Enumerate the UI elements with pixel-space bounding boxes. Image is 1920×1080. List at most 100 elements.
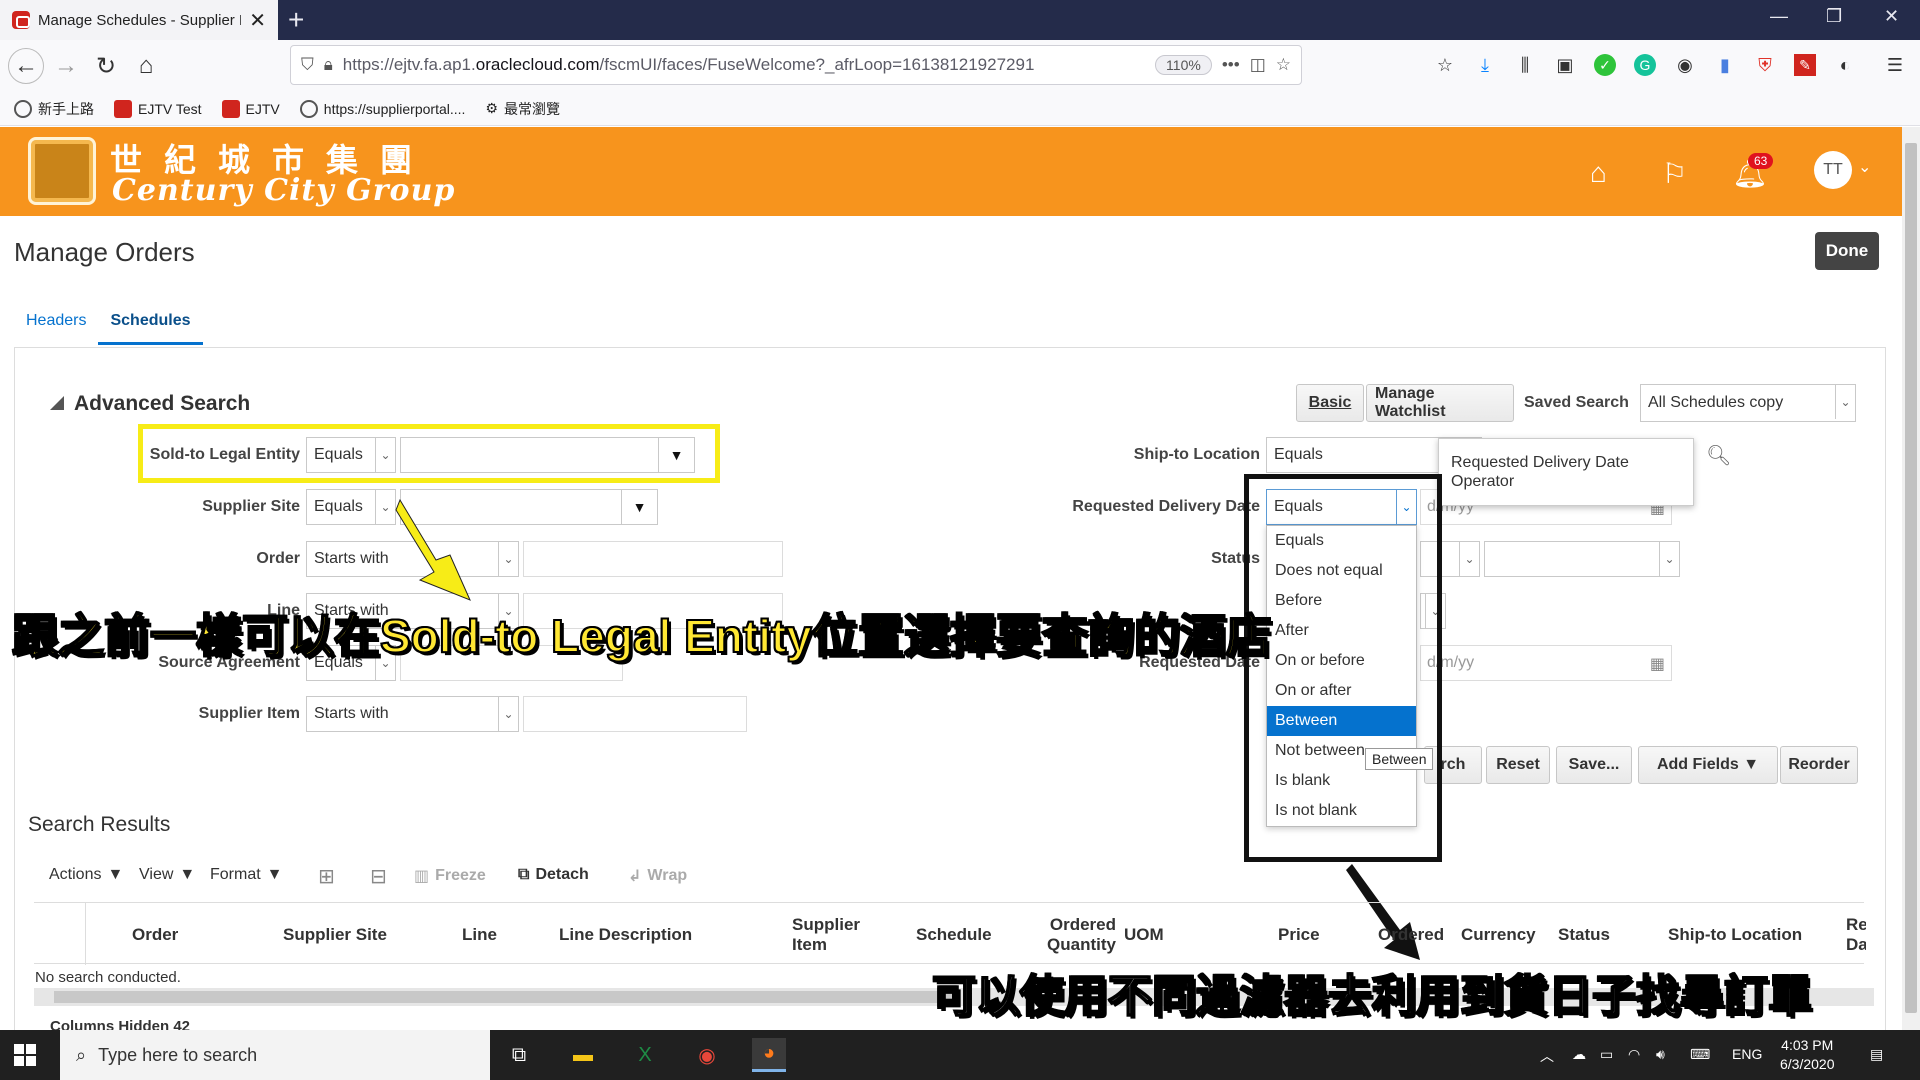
- close-tab-icon[interactable]: ✕: [249, 8, 266, 33]
- watchlist-flag-icon[interactable]: ⚐: [1662, 157, 1687, 190]
- wrap-button[interactable]: ↲ Wrap: [628, 866, 687, 886]
- calendar-icon[interactable]: ▦: [1650, 654, 1665, 674]
- col-uom[interactable]: UOM: [1124, 925, 1164, 945]
- reader-icon[interactable]: ☆: [1434, 54, 1456, 76]
- columns-icon[interactable]: ⊞: [318, 864, 335, 889]
- bookmark-item[interactable]: ⚙ 最常瀏覽: [485, 99, 560, 119]
- bookmark-item[interactable]: EJTV Test: [114, 99, 202, 118]
- dropdown-arrow-icon[interactable]: ▼: [621, 490, 657, 524]
- close-window-icon[interactable]: ✕: [1884, 6, 1899, 27]
- grammarly-icon[interactable]: G: [1634, 54, 1656, 76]
- lock-icon[interactable]: 🔒︎: [324, 55, 333, 75]
- tab-headers[interactable]: Headers: [14, 308, 98, 345]
- add-fields-button[interactable]: Add Fields ▼: [1638, 746, 1778, 784]
- bookmark-star-icon[interactable]: ☆: [1276, 55, 1291, 75]
- format-menu[interactable]: Format ▼: [210, 866, 283, 884]
- view-menu[interactable]: View ▼: [139, 866, 195, 884]
- ublock-icon[interactable]: ⛨: [1754, 54, 1776, 76]
- col-currency[interactable]: Currency: [1461, 925, 1536, 945]
- firefox-icon[interactable]: ◕: [752, 1038, 786, 1072]
- taskbar-search[interactable]: ⌕ Type here to search: [60, 1030, 490, 1080]
- language-indicator[interactable]: ENG: [1732, 1046, 1762, 1062]
- extension-icon[interactable]: ◐: [1834, 54, 1856, 76]
- minimize-icon[interactable]: —: [1770, 6, 1788, 27]
- forward-icon[interactable]: →: [48, 48, 84, 84]
- volume-icon[interactable]: 🔊︎: [1656, 1046, 1665, 1063]
- download-icon[interactable]: ⤓: [1474, 54, 1496, 76]
- menu-icon[interactable]: ☰: [1884, 54, 1906, 76]
- address-bar[interactable]: ⛉ 🔒︎ https://ejtv.fa.ap1.oraclecloud.com…: [290, 45, 1302, 85]
- supplier-site-operator-select[interactable]: Equals ⌄: [306, 489, 396, 525]
- freeze-button[interactable]: ▥ Freeze: [414, 866, 486, 886]
- notifications-icon[interactable]: ▤: [1870, 1046, 1883, 1063]
- cloud-icon[interactable]: ☁: [1572, 1046, 1586, 1063]
- keyboard-icon[interactable]: ⌨: [1690, 1046, 1710, 1063]
- tab-schedules[interactable]: Schedules: [98, 308, 203, 345]
- col-status[interactable]: Status: [1558, 925, 1610, 945]
- col-price[interactable]: Price: [1278, 925, 1320, 945]
- windows-start-icon[interactable]: [14, 1044, 36, 1066]
- done-button[interactable]: Done: [1815, 232, 1879, 270]
- show-hidden-icon[interactable]: ︿: [1540, 1046, 1554, 1066]
- supplier-item-input[interactable]: [523, 696, 747, 732]
- basic-button[interactable]: Basic: [1296, 384, 1364, 422]
- zoom-indicator[interactable]: 110%: [1155, 55, 1212, 75]
- avatar[interactable]: TT: [1814, 151, 1852, 189]
- supplier-item-operator-select[interactable]: Starts with ⌄: [306, 696, 519, 732]
- file-explorer-icon[interactable]: ▬: [566, 1038, 600, 1072]
- supplier-site-combobox[interactable]: ▼: [400, 489, 658, 525]
- back-icon[interactable]: ←: [8, 48, 44, 84]
- sidebar-icon[interactable]: ▣: [1554, 54, 1576, 76]
- col-supplier-item[interactable]: Supplier Item: [792, 915, 872, 955]
- battery-icon[interactable]: ▭: [1600, 1046, 1613, 1063]
- wifi-icon[interactable]: ◠: [1628, 1046, 1640, 1063]
- col-order[interactable]: Order: [132, 925, 178, 945]
- saved-search-select[interactable]: All Schedules copy ⌄: [1640, 384, 1856, 422]
- bookmark-item[interactable]: https://supplierportal....: [299, 99, 465, 118]
- home-icon[interactable]: ⌂: [1590, 157, 1607, 189]
- requested-date-input[interactable]: d/m/yy ▦: [1420, 645, 1672, 681]
- reset-button[interactable]: Reset: [1486, 746, 1550, 784]
- reload-icon[interactable]: ↻: [88, 48, 124, 84]
- save-search-button[interactable]: Save...: [1556, 746, 1632, 784]
- col-requested-date[interactable]: Re Da: [1846, 915, 1866, 955]
- bookmark-extension-icon[interactable]: ▮: [1714, 54, 1736, 76]
- col-ordered-quantity[interactable]: Ordered Quantity: [1036, 915, 1116, 955]
- col-ordered[interactable]: Ordered: [1378, 925, 1444, 945]
- manage-watchlist-button[interactable]: Manage Watchlist: [1366, 384, 1514, 422]
- restore-icon[interactable]: ❐: [1826, 6, 1842, 27]
- pdf-extension-icon[interactable]: ✎: [1794, 54, 1816, 76]
- check-extension-icon[interactable]: ✓: [1594, 54, 1616, 76]
- bookmark-item[interactable]: 新手上路: [14, 99, 94, 119]
- reorder-button[interactable]: Reorder: [1780, 746, 1858, 784]
- more-icon[interactable]: •••: [1222, 55, 1240, 75]
- search-icon[interactable]: 🔍︎: [1706, 443, 1731, 468]
- home-icon[interactable]: ⌂: [128, 48, 164, 84]
- library-icon[interactable]: ⫼: [1514, 54, 1536, 76]
- bookmark-item[interactable]: EJTV: [221, 99, 280, 118]
- export-icon[interactable]: ⊟: [370, 864, 387, 889]
- task-view-icon[interactable]: ⧉: [502, 1038, 536, 1072]
- vertical-scrollbar[interactable]: [1902, 127, 1920, 1030]
- account-icon[interactable]: ◉: [1674, 54, 1696, 76]
- col-ship-to-location[interactable]: Ship-to Location: [1668, 925, 1802, 945]
- collapse-triangle-icon[interactable]: [50, 396, 64, 410]
- shield-icon[interactable]: ⛉: [301, 55, 314, 75]
- col-line[interactable]: Line: [462, 925, 497, 945]
- pocket-icon[interactable]: ◫: [1250, 55, 1266, 75]
- excel-icon[interactable]: X: [628, 1038, 662, 1072]
- status-value-select[interactable]: ⌄: [1484, 541, 1680, 577]
- actions-menu[interactable]: Actions ▼: [49, 866, 123, 884]
- chrome-icon[interactable]: ◉: [690, 1038, 724, 1072]
- clock[interactable]: 4:03 PM 6/3/2020: [1780, 1036, 1835, 1074]
- chevron-down-icon[interactable]: ⌄: [1858, 157, 1871, 177]
- detach-button[interactable]: ⧉ Detach: [518, 866, 589, 884]
- scrollbar-thumb[interactable]: [1905, 143, 1917, 1013]
- url-text[interactable]: https://ejtv.fa.ap1.oraclecloud.com/fscm…: [343, 55, 1145, 75]
- order-input[interactable]: [523, 541, 783, 577]
- scrollbar-thumb[interactable]: [54, 991, 954, 1003]
- new-tab-icon[interactable]: +: [288, 4, 304, 36]
- col-schedule[interactable]: Schedule: [916, 925, 992, 945]
- col-supplier-site[interactable]: Supplier Site: [283, 925, 387, 945]
- col-line-description[interactable]: Line Description: [559, 925, 692, 945]
